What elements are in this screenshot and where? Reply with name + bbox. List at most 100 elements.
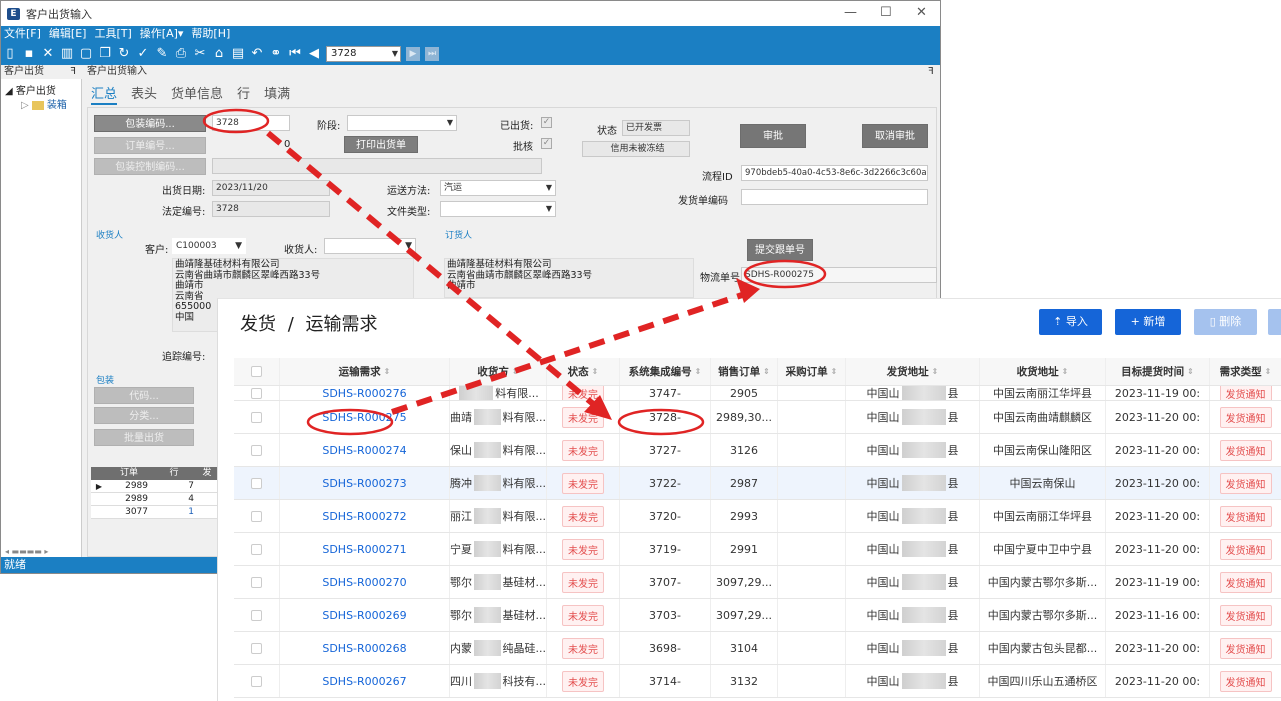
- transport-req-link[interactable]: SDHS-R000270: [322, 576, 406, 589]
- grid-row[interactable]: 3077 1: [91, 506, 226, 519]
- cut-icon[interactable]: ✂: [193, 46, 207, 61]
- transport-req-link[interactable]: SDHS-R000275: [322, 411, 406, 424]
- transport-req-cell[interactable]: SDHS-R000276: [280, 386, 450, 400]
- maximize-icon[interactable]: ☐: [880, 5, 892, 20]
- row-select-cell[interactable]: [234, 467, 280, 499]
- row-checkbox[interactable]: [251, 543, 262, 555]
- row-checkbox[interactable]: [251, 477, 262, 489]
- row-select-cell[interactable]: [234, 599, 280, 631]
- pin-icon-right[interactable]: ꟻ: [928, 65, 934, 79]
- transport-req-cell[interactable]: SDHS-R000268: [280, 632, 450, 664]
- transport-req-link[interactable]: SDHS-R000269: [322, 609, 406, 622]
- table-row[interactable]: SDHS-R000275 曲靖 料有限... 未发完 3728- 2989,30... 中国…: [234, 401, 1281, 434]
- row-select-cell[interactable]: [234, 434, 280, 466]
- refresh-icon[interactable]: ↻: [117, 46, 131, 61]
- copy-icon[interactable]: ❐: [98, 46, 112, 61]
- header-col-sales-order[interactable]: 销售订单 ⇕: [711, 358, 778, 385]
- row-select-cell[interactable]: [234, 401, 280, 433]
- table-row[interactable]: SDHS-R000269 鄂尔 基硅材... 未发完 3703- 3097,29... 中国…: [234, 599, 1281, 632]
- table-row[interactable]: SDHS-R000274 保山 料有限... 未发完 3727- 3126 中国山 县 中国云南…: [234, 434, 1281, 467]
- transport-req-link[interactable]: SDHS-R000272: [322, 510, 406, 523]
- header-col-from-address[interactable]: 发货地址 ⇕: [846, 358, 980, 385]
- package-code-button[interactable]: 包装编码...: [94, 115, 206, 132]
- sort-icon[interactable]: ⇕: [384, 367, 391, 376]
- check-icon[interactable]: ✓: [136, 46, 150, 61]
- package-control-button[interactable]: 包装控制编码...: [94, 158, 206, 175]
- row-checkbox[interactable]: [251, 642, 262, 654]
- ship-order-code-input[interactable]: [741, 189, 928, 205]
- sort-icon[interactable]: ⇕: [592, 367, 599, 376]
- transport-req-link[interactable]: SDHS-R000273: [322, 477, 406, 490]
- undo-icon[interactable]: ↶: [250, 46, 264, 61]
- transport-req-link[interactable]: SDHS-R000267: [322, 675, 406, 688]
- row-checkbox[interactable]: [251, 387, 262, 399]
- ship-date-input[interactable]: 2023/11/20: [212, 180, 330, 196]
- transport-req-link[interactable]: SDHS-R000271: [322, 543, 406, 556]
- menu-file[interactable]: 文件[F]: [4, 26, 41, 42]
- transport-req-cell[interactable]: SDHS-R000275: [280, 401, 450, 433]
- sort-icon[interactable]: ⇕: [1062, 367, 1069, 376]
- paste-icon[interactable]: ▤: [231, 46, 245, 61]
- transport-req-cell[interactable]: SDHS-R000269: [280, 599, 450, 631]
- row-select-cell[interactable]: [234, 566, 280, 598]
- submit-tracking-button[interactable]: 提交跟单号: [747, 239, 813, 261]
- transport-req-cell[interactable]: SDHS-R000273: [280, 467, 450, 499]
- transport-req-cell[interactable]: SDHS-R000270: [280, 566, 450, 598]
- add-button[interactable]: + 新增: [1115, 309, 1181, 335]
- menu-tools[interactable]: 工具[T]: [94, 26, 131, 42]
- header-col-pickup-time[interactable]: 目标提货时间 ⇕: [1106, 358, 1210, 385]
- delete-button[interactable]: ▯ 删除: [1194, 309, 1257, 335]
- header-col-transport-req[interactable]: 运输需求 ⇕: [280, 358, 450, 385]
- menu-help[interactable]: 帮助[H]: [191, 26, 230, 42]
- package-control-input[interactable]: [212, 158, 542, 174]
- cancel-approve-button[interactable]: 取消审批: [862, 124, 928, 148]
- header-col-purchase-order[interactable]: 采购订单 ⇕: [778, 358, 846, 385]
- book-icon[interactable]: ▥: [60, 46, 74, 61]
- order-no-button[interactable]: 订单编号...: [94, 137, 206, 154]
- attach-icon[interactable]: ⌂: [212, 46, 226, 61]
- more-button[interactable]: [1268, 309, 1281, 335]
- import-button[interactable]: ⇡ 导入: [1039, 309, 1102, 335]
- sort-icon[interactable]: ⇕: [1187, 367, 1194, 376]
- grid-row[interactable]: 2989 4: [91, 493, 226, 506]
- table-row[interactable]: SDHS-R000272 丽江 料有限... 未发完 3720- 2993 中国山 县 中国云南…: [234, 500, 1281, 533]
- sort-icon[interactable]: ⇕: [695, 367, 702, 376]
- tab-summary[interactable]: 汇总: [91, 83, 118, 105]
- approved-checkbox[interactable]: ✓: [541, 138, 552, 149]
- row-checkbox[interactable]: [251, 609, 262, 621]
- tab-fill[interactable]: 填满: [264, 83, 290, 105]
- row-select-cell[interactable]: [234, 386, 280, 400]
- header-col-consignee[interactable]: 收货方 ⇕: [450, 358, 547, 385]
- tree-child[interactable]: ▷ 装箱: [21, 96, 67, 111]
- close-icon[interactable]: ✕: [916, 5, 927, 20]
- flow-id-input[interactable]: 970bdeb5-40a0-4c53-8e6c-3d2266c3c60a: [741, 165, 928, 181]
- transport-select[interactable]: 汽运 ▼: [440, 180, 556, 196]
- transport-req-link[interactable]: SDHS-R000274: [322, 444, 406, 457]
- package-code-input[interactable]: 3728: [212, 115, 290, 131]
- row-checkbox[interactable]: [251, 576, 262, 588]
- table-row[interactable]: SDHS-R000276 料有限... 未发完 3747- 2905 中国山 县 中国云南丽江…: [234, 386, 1281, 401]
- row-checkbox[interactable]: [251, 411, 262, 423]
- table-row[interactable]: SDHS-R000270 鄂尔 基硅材... 未发完 3707- 3097,29... 中国…: [234, 566, 1281, 599]
- shipped-checkbox[interactable]: ✓: [541, 117, 552, 128]
- row-select-cell[interactable]: [234, 533, 280, 565]
- row-checkbox[interactable]: [251, 510, 262, 522]
- table-row[interactable]: SDHS-R000271 宁夏 料有限... 未发完 3719- 2991 中国山 县 中国宁夏…: [234, 533, 1281, 566]
- transport-req-link[interactable]: SDHS-R000268: [322, 642, 406, 655]
- legal-no-input[interactable]: 3728: [212, 201, 330, 217]
- first-record-icon[interactable]: ⏮: [288, 46, 302, 61]
- row-checkbox[interactable]: [251, 444, 262, 456]
- edit-icon[interactable]: ✎: [155, 46, 169, 61]
- record-selector[interactable]: 3728 ▼: [326, 45, 401, 62]
- header-col-req-type[interactable]: 需求类型 ⇕: [1210, 358, 1281, 385]
- table-row[interactable]: SDHS-R000273 腾冲 料有限... 未发完 3722- 2987 中国山 县 中国云南…: [234, 467, 1281, 500]
- row-select-cell[interactable]: [234, 665, 280, 697]
- new-icon[interactable]: ▯: [3, 46, 17, 61]
- header-col-system-no[interactable]: 系统集成编号 ⇕: [620, 358, 711, 385]
- menu-edit[interactable]: 编辑[E]: [49, 26, 87, 42]
- transport-req-link[interactable]: SDHS-R000276: [322, 387, 406, 400]
- sort-icon[interactable]: ⇕: [1265, 367, 1272, 376]
- tab-header[interactable]: 表头: [131, 83, 157, 105]
- sort-icon[interactable]: ⇕: [763, 367, 770, 376]
- batch-ship-button[interactable]: 批量出货: [94, 429, 194, 446]
